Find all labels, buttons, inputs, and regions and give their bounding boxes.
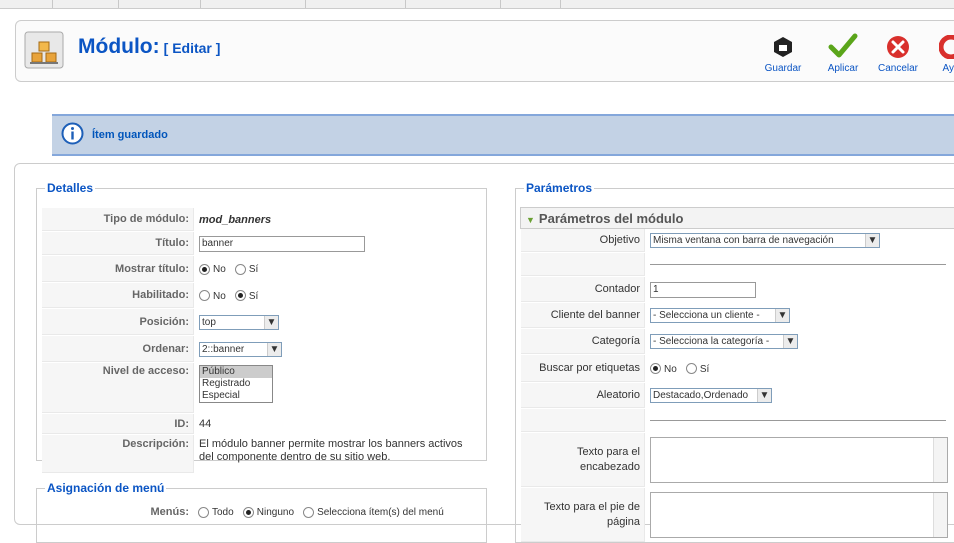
target-label: Objetivo bbox=[521, 229, 645, 252]
parameters-legend: Parámetros bbox=[526, 181, 593, 195]
enabled-no-label: No bbox=[213, 290, 226, 302]
access-level-label: Nivel de acceso: bbox=[42, 363, 194, 413]
message-box: Ítem guardado bbox=[52, 114, 954, 156]
search-tags-yes-label: Sí bbox=[699, 363, 710, 375]
enabled-no-radio[interactable] bbox=[199, 290, 210, 302]
title-label: Título: bbox=[42, 232, 194, 255]
footer-text-area[interactable] bbox=[650, 492, 948, 538]
page-subtitle: [ Editar ] bbox=[163, 40, 221, 56]
description-label: Descripción: bbox=[42, 435, 194, 473]
count-input[interactable]: 1 bbox=[650, 281, 756, 298]
menu-select-radio[interactable] bbox=[303, 506, 315, 518]
title-input[interactable]: banner bbox=[199, 235, 365, 252]
enabled-yes-radio[interactable] bbox=[234, 290, 246, 302]
show-title-yes-radio[interactable] bbox=[234, 263, 246, 275]
header-text-label: Texto para el encabezado bbox=[521, 433, 645, 487]
description-value: El módulo banner permite mostrar los ban… bbox=[199, 438, 463, 463]
access-option-special[interactable]: Especial bbox=[200, 390, 272, 402]
footer-text-label: Texto para el pie de página bbox=[521, 488, 645, 542]
banner-client-label: Cliente del banner bbox=[521, 303, 645, 328]
triangle-down-icon: ▼ bbox=[526, 215, 535, 225]
menu-assignment-legend: Asignación de menú bbox=[47, 481, 165, 495]
chevron-down-icon: ▼ bbox=[267, 342, 281, 356]
message-text: Ítem guardado bbox=[92, 129, 168, 141]
menu-none-radio[interactable] bbox=[242, 506, 254, 518]
menus-label: Menús: bbox=[42, 502, 193, 522]
top-menu-bar bbox=[0, 0, 954, 9]
access-option-public[interactable]: Público bbox=[200, 366, 272, 378]
checkmark-icon bbox=[828, 33, 858, 58]
header-text-area[interactable] bbox=[650, 437, 948, 483]
show-title-yes-label: Sí bbox=[248, 264, 259, 275]
show-title-label: Mostrar título: bbox=[42, 256, 194, 282]
module-type-value: mod_banners bbox=[199, 213, 272, 226]
chevron-down-icon: ▼ bbox=[865, 234, 879, 247]
order-select[interactable]: 2::banner ▼ bbox=[199, 341, 282, 357]
chevron-down-icon: ▼ bbox=[757, 389, 771, 402]
module-parameters-title: Parámetros del módulo bbox=[538, 211, 684, 226]
menu-all-radio[interactable] bbox=[198, 506, 209, 518]
category-label: Categoría bbox=[521, 329, 645, 354]
count-label: Contador bbox=[521, 277, 645, 302]
position-label: Posición: bbox=[42, 309, 194, 335]
chevron-down-icon: ▼ bbox=[775, 309, 789, 322]
id-label: ID: bbox=[42, 414, 194, 434]
lifebuoy-icon bbox=[939, 35, 954, 59]
save-button[interactable]: Guardar bbox=[753, 31, 813, 74]
module-type-label: Tipo de módulo: bbox=[42, 208, 194, 231]
enabled-label: Habilitado: bbox=[42, 283, 194, 308]
category-select[interactable]: - Selecciona la categoría - ▼ bbox=[650, 334, 798, 349]
chevron-down-icon: ▼ bbox=[264, 315, 278, 329]
menu-assignment-fieldset: Asignación de menú Menús: Todo Ninguno S… bbox=[36, 481, 487, 543]
content-panel: Detalles Tipo de módulo: mod_banners Tít… bbox=[14, 163, 954, 543]
target-select[interactable]: Misma ventana con barra de navegación ▼ bbox=[650, 233, 880, 248]
search-tags-no-label: No bbox=[664, 363, 677, 375]
cancel-button[interactable]: Cancelar bbox=[868, 31, 928, 74]
toolbar-header: Módulo:[ Editar ] Guardar Aplicar Cancel… bbox=[15, 20, 954, 82]
random-select[interactable]: Destacado,Ordenado ▼ bbox=[650, 388, 772, 403]
search-tags-label: Buscar por etiquetas bbox=[521, 355, 645, 382]
page-title: Módulo:[ Editar ] bbox=[78, 35, 221, 58]
banner-client-select[interactable]: - Selecciona un cliente - ▼ bbox=[650, 308, 790, 323]
access-level-listbox[interactable]: Público Registrado Especial bbox=[199, 365, 273, 403]
module-parameters-pane[interactable]: ▼ Parámetros del módulo bbox=[520, 207, 954, 229]
details-legend: Detalles bbox=[47, 181, 94, 195]
cancel-icon bbox=[887, 36, 909, 58]
save-icon bbox=[774, 37, 792, 57]
enabled-yes-label: Sí bbox=[248, 290, 259, 302]
search-tags-no-radio[interactable] bbox=[650, 363, 661, 375]
search-tags-yes-radio[interactable] bbox=[685, 363, 697, 375]
order-label: Ordenar: bbox=[42, 336, 194, 362]
show-title-no-label: No bbox=[213, 264, 226, 275]
random-label: Aleatorio bbox=[521, 383, 645, 408]
info-icon bbox=[61, 122, 84, 145]
chevron-down-icon: ▼ bbox=[783, 335, 797, 348]
help-button[interactable]: Ayu bbox=[921, 31, 954, 74]
position-select[interactable]: top ▼ bbox=[199, 314, 279, 330]
details-fieldset: Detalles Tipo de módulo: mod_banners Tít… bbox=[36, 181, 487, 473]
parameters-fieldset: Parámetros ▼ Parámetros del módulo Objeti… bbox=[515, 181, 954, 543]
show-title-no-radio[interactable] bbox=[199, 263, 210, 275]
id-value: 44 bbox=[199, 418, 212, 430]
apply-button[interactable]: Aplicar bbox=[813, 31, 873, 74]
access-option-registered[interactable]: Registrado bbox=[200, 378, 272, 390]
module-icon bbox=[24, 31, 64, 69]
